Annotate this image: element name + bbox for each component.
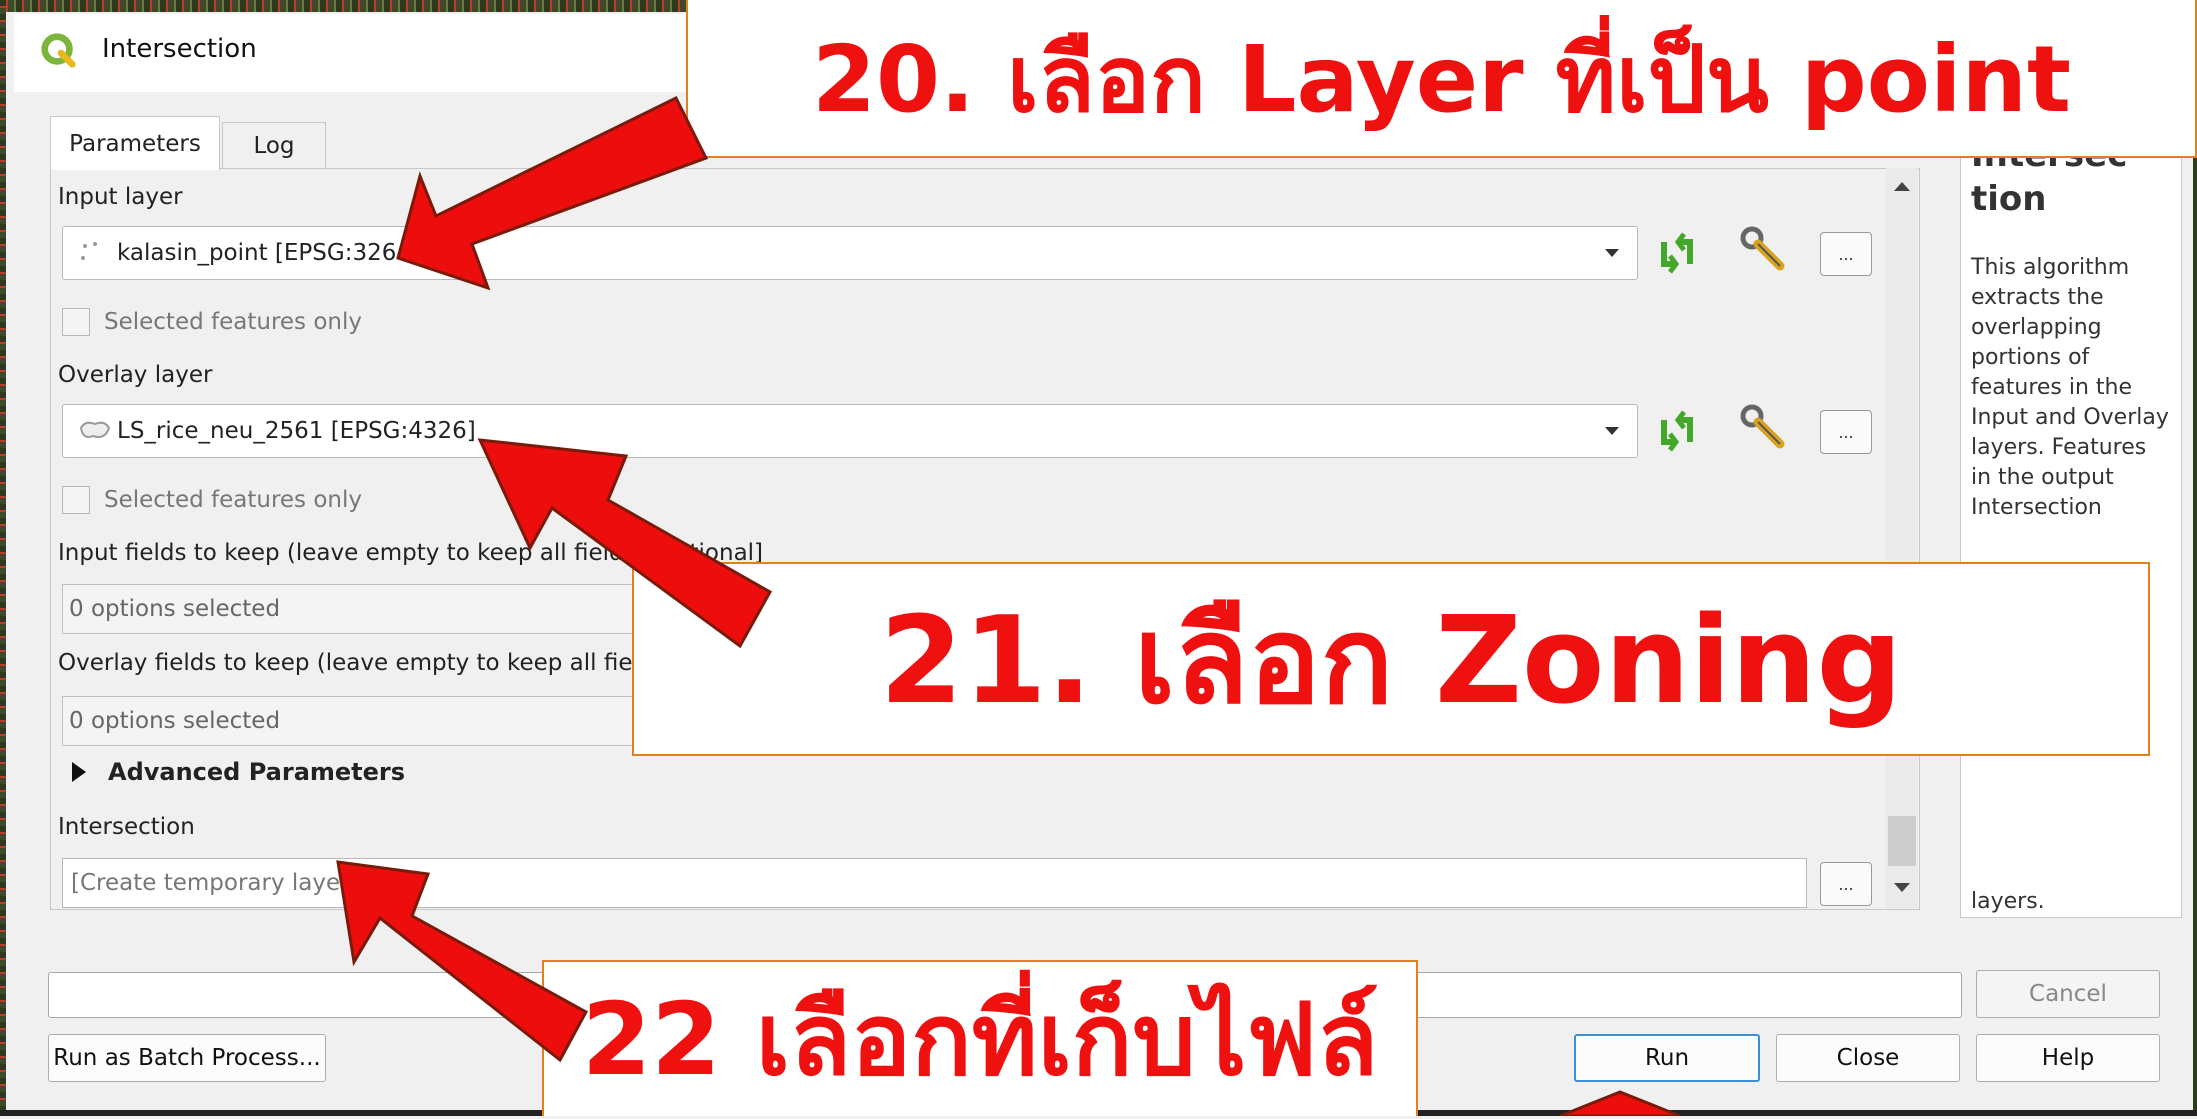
- output-file-field[interactable]: [Create temporary layer]: [62, 858, 1807, 908]
- run-as-batch-button[interactable]: Run as Batch Process...: [48, 1034, 326, 1082]
- run-button[interactable]: Run: [1574, 1034, 1760, 1082]
- iterate-icon[interactable]: [1650, 404, 1704, 458]
- input-layer-combo[interactable]: kalasin_point [EPSG:32648]: [62, 226, 1638, 280]
- iterate-icon[interactable]: [1650, 226, 1704, 280]
- wrench-icon[interactable]: [1736, 224, 1790, 278]
- tab-log[interactable]: Log: [222, 122, 326, 168]
- overlay-selected-only-label: Selected features only: [104, 487, 362, 513]
- point-layer-icon: [81, 242, 97, 260]
- scroll-thumb[interactable]: [1888, 816, 1916, 866]
- checkbox[interactable]: [62, 308, 90, 336]
- help-body: This algorithm extracts the overlapping …: [1971, 255, 2169, 520]
- parameters-scrollbar[interactable]: [1886, 168, 1918, 908]
- annotation-step-20: 20. เลือก Layer ที่เป็น point: [686, 0, 2197, 158]
- help-pane: Intersec tion This algorithm extracts th…: [1960, 118, 2182, 918]
- overlay-layer-value: LS_rice_neu_2561 [EPSG:4326]: [117, 418, 476, 444]
- input-selected-only[interactable]: Selected features only: [62, 308, 362, 336]
- annotation-step-21: 21. เลือก Zoning: [632, 562, 2150, 756]
- overlay-layer-label: Overlay layer: [58, 362, 213, 388]
- help-tail: layers.: [1971, 889, 2045, 914]
- input-layer-options-button[interactable]: ...: [1820, 232, 1872, 276]
- close-button[interactable]: Close: [1776, 1034, 1960, 1082]
- advanced-parameters-label: Advanced Parameters: [108, 758, 406, 786]
- checkbox[interactable]: [62, 486, 90, 514]
- overlay-layer-options-button[interactable]: ...: [1820, 410, 1872, 454]
- annotation-step-22: 22 เลือกที่เก็บไฟล์: [542, 960, 1418, 1116]
- input-layer-value: kalasin_point [EPSG:32648]: [117, 240, 435, 266]
- chevron-down-icon[interactable]: [1605, 249, 1619, 257]
- window-edge-right: [2193, 0, 2197, 1116]
- dialog-title: Intersection: [102, 34, 257, 64]
- scroll-up-icon[interactable]: [1894, 182, 1910, 191]
- overlay-layer-combo[interactable]: LS_rice_neu_2561 [EPSG:4326]: [62, 404, 1638, 458]
- polygon-layer-icon: [79, 421, 111, 438]
- output-label: Intersection: [58, 814, 195, 840]
- help-button[interactable]: Help: [1976, 1034, 2160, 1082]
- help-heading: tion: [1971, 179, 2047, 219]
- scroll-down-icon[interactable]: [1894, 883, 1910, 892]
- overlay-selected-only[interactable]: Selected features only: [62, 486, 362, 514]
- cancel-button[interactable]: Cancel: [1976, 970, 2160, 1018]
- tab-parameters[interactable]: Parameters: [50, 116, 220, 170]
- advanced-parameters-toggle[interactable]: Advanced Parameters: [72, 758, 405, 786]
- input-selected-only-label: Selected features only: [104, 309, 362, 335]
- chevron-down-icon[interactable]: [1605, 427, 1619, 435]
- wrench-icon[interactable]: [1736, 402, 1790, 456]
- map-canvas-edge-left: [0, 0, 6, 1116]
- qgis-logo-icon: [41, 33, 76, 68]
- input-layer-label: Input layer: [58, 184, 183, 210]
- output-options-button[interactable]: ...: [1820, 862, 1872, 906]
- expand-triangle-icon: [72, 762, 86, 782]
